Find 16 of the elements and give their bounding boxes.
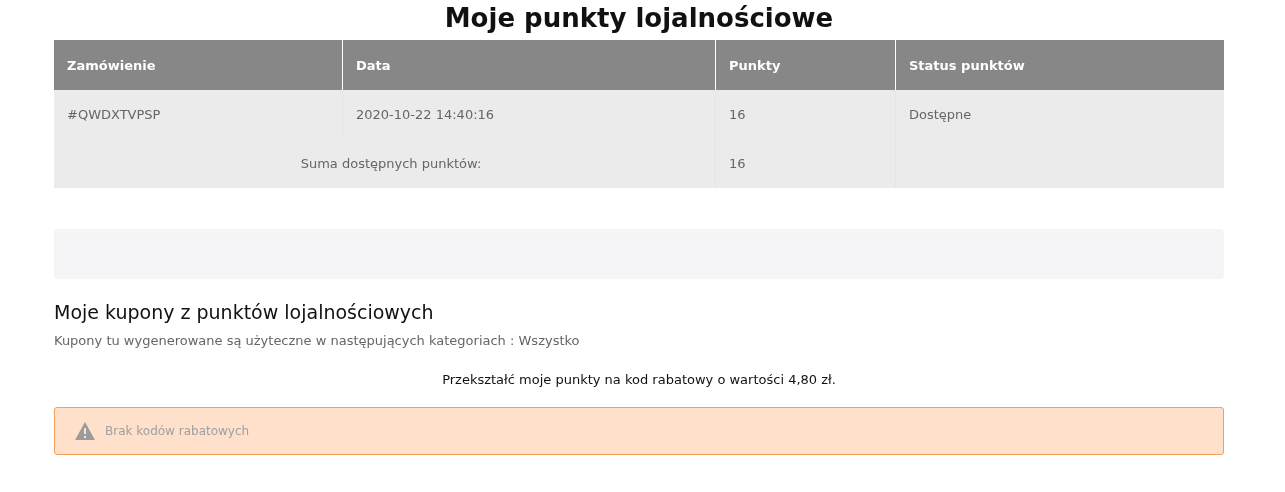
column-header: Zamówienie	[54, 40, 342, 90]
total-label: Suma dostępnych punktów:	[299, 155, 483, 173]
table-cell: 2020-10-22 14:40:16	[342, 90, 715, 139]
table-cell: 16	[715, 90, 895, 139]
column-header: Data	[342, 40, 715, 90]
total-points: 16	[715, 139, 895, 188]
column-header: Status punktów	[895, 40, 1224, 90]
section-description: Kupony tu wygenerowane są użyteczne w następujących kategoriach : Wszystko	[54, 333, 581, 348]
table-cell: Dostępne	[895, 90, 1224, 139]
alert-text: Brak kodów rabatowych	[105, 424, 250, 438]
warning-icon	[75, 422, 95, 440]
column-header: Punkty	[715, 40, 895, 90]
section-heading: Moje kupony z punktów lojalnościowych	[54, 301, 435, 323]
table-cell-text: #QWDXTVPSP	[66, 106, 162, 124]
convert-points-text: Przekształć moje punkty na kod rabatowy o wartości 4,80 zł.	[441, 372, 837, 387]
page-title: Moje punkty lojalnościowe	[443, 2, 835, 35]
